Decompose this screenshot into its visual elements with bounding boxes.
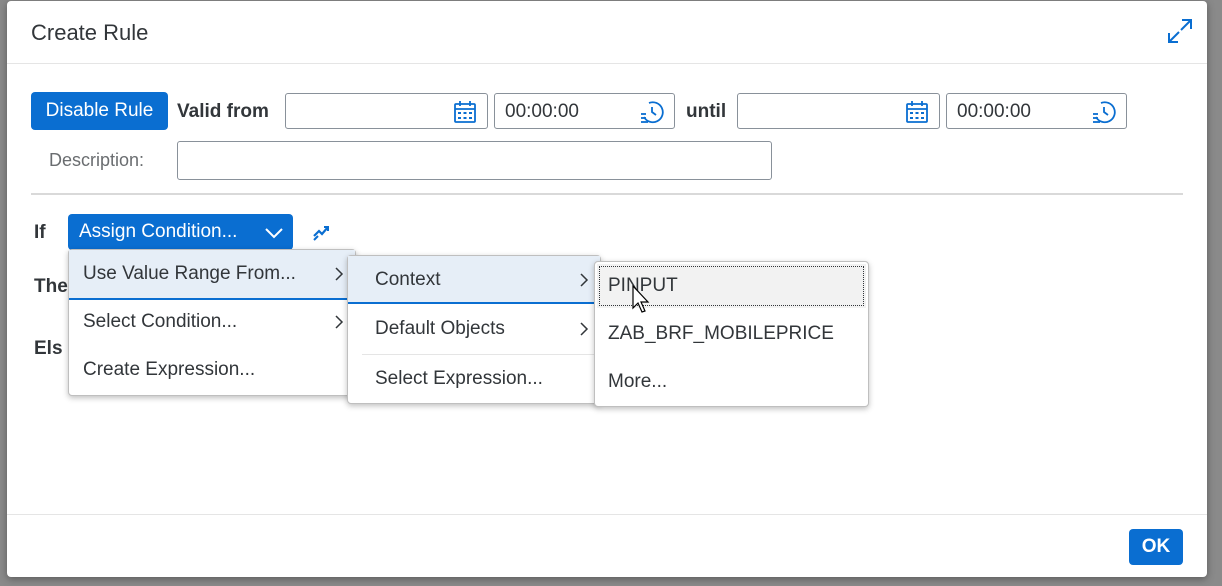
valid-from-time-value: 00:00:00 [505, 101, 579, 122]
valid-from-label: Valid from [177, 101, 269, 122]
menu-item-context[interactable]: Context [348, 256, 600, 304]
switch-icon[interactable] [311, 222, 331, 242]
description-input[interactable] [177, 141, 772, 180]
menu-item-default-objects[interactable]: Default Objects [348, 305, 600, 353]
description-label: Description: [49, 150, 145, 170]
assign-condition-label: Assign Condition... [79, 221, 238, 242]
mouse-cursor-icon [632, 285, 650, 313]
clock-icon[interactable] [640, 100, 664, 124]
dialog-title: Create Rule [31, 20, 149, 45]
clock-icon[interactable] [1092, 100, 1116, 124]
chevron-right-icon [580, 322, 589, 336]
expand-button[interactable] [1165, 16, 1195, 46]
calendar-icon[interactable] [905, 100, 929, 124]
menu-item-zab-brf-mobileprice[interactable]: ZAB_BRF_MOBILEPRICE [595, 310, 868, 358]
menu-item-label: Default Objects [375, 318, 505, 339]
menu-item-label: Context [375, 269, 441, 290]
valid-from-time-field[interactable]: 00:00:00 [494, 93, 675, 129]
value-range-submenu: Context Default Objects Select Expressio… [347, 255, 601, 404]
then-label: The [34, 276, 68, 297]
chevron-down-icon [265, 228, 283, 239]
assign-condition-button[interactable]: Assign Condition... [68, 214, 293, 250]
expand-icon [1168, 19, 1192, 43]
until-label: until [686, 101, 727, 122]
menu-item-label: Use Value Range From... [83, 263, 296, 284]
menu-item-label: More... [608, 371, 668, 392]
section-divider [31, 193, 1183, 195]
valid-from-date-field[interactable] [285, 93, 488, 129]
menu-item-select-expression[interactable]: Select Expression... [348, 355, 600, 403]
menu-item-use-value-range[interactable]: Use Value Range From... [69, 250, 355, 300]
menu-item-label: ZAB_BRF_MOBILEPRICE [608, 323, 834, 344]
chevron-right-icon [580, 273, 589, 287]
condition-menu: Use Value Range From... Select Condition… [68, 249, 356, 396]
until-date-field[interactable] [737, 93, 940, 129]
chevron-right-icon [335, 267, 344, 281]
menu-item-label: Create Expression... [83, 359, 256, 380]
calendar-icon[interactable] [453, 100, 477, 124]
menu-item-more[interactable]: More... [595, 358, 868, 406]
until-time-value: 00:00:00 [957, 101, 1031, 122]
dialog-header: Create Rule [7, 1, 1207, 64]
disable-rule-button[interactable]: Disable Rule [31, 92, 168, 130]
if-label: If [34, 222, 46, 243]
menu-item-select-condition[interactable]: Select Condition... [69, 298, 355, 346]
chevron-right-icon [335, 315, 344, 329]
dialog-footer: OK [7, 514, 1207, 577]
context-submenu: PINPUT ZAB_BRF_MOBILEPRICE More... [594, 261, 869, 407]
menu-item-label: Select Expression... [375, 368, 543, 389]
menu-item-create-expression[interactable]: Create Expression... [69, 346, 355, 394]
menu-item-label: Select Condition... [83, 311, 238, 332]
else-label: Els [34, 338, 63, 359]
ok-button[interactable]: OK [1129, 529, 1183, 565]
until-time-field[interactable]: 00:00:00 [946, 93, 1127, 129]
